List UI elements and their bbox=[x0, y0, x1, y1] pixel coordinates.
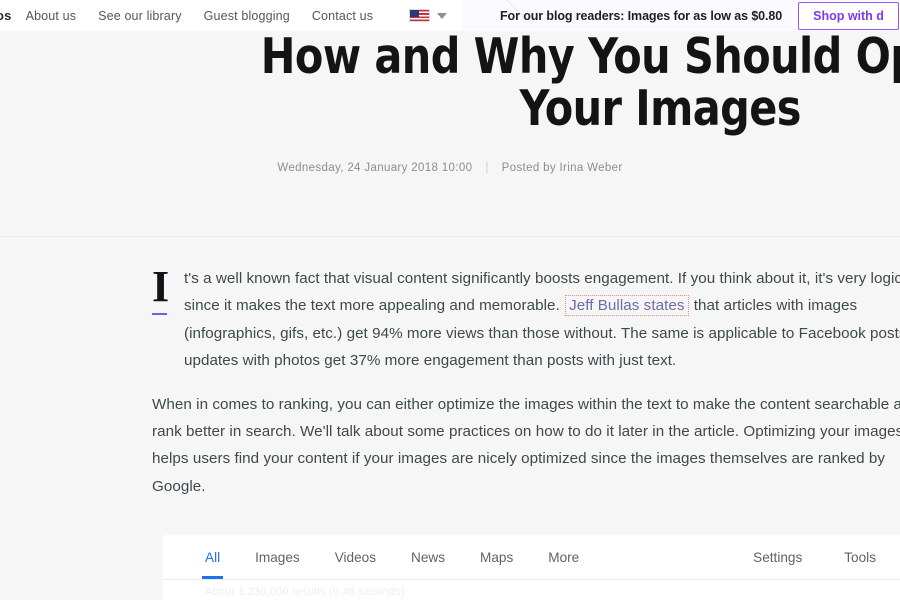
drop-cap-rule bbox=[152, 313, 167, 315]
nav-item-contact-us[interactable]: Contact us bbox=[312, 9, 373, 23]
nav-item-guest-blogging[interactable]: Guest blogging bbox=[204, 9, 290, 23]
publish-date: Wednesday, 24 January 2018 10:00 bbox=[277, 162, 473, 174]
serp-tab-news[interactable]: News bbox=[411, 535, 445, 579]
promo-banner-text: For our blog readers: Images for as low … bbox=[500, 8, 783, 23]
language-selector[interactable] bbox=[409, 9, 448, 22]
serp-tab-maps[interactable]: Maps bbox=[480, 535, 513, 579]
serp-tab-videos[interactable]: Videos bbox=[335, 535, 376, 579]
serp-tools-button[interactable]: Tools bbox=[844, 535, 876, 579]
nav-item-about-us[interactable]: About us bbox=[26, 9, 77, 23]
chevron-down-icon bbox=[437, 12, 448, 19]
us-flag-icon bbox=[409, 9, 431, 22]
article-body: I t's a well known fact that visual cont… bbox=[152, 265, 900, 516]
drop-cap: I bbox=[152, 265, 174, 315]
blog-article-page: os About us See our library Guest bloggi… bbox=[0, 0, 900, 600]
paragraph-2: When in comes to ranking, you can either… bbox=[152, 395, 900, 495]
primary-nav: About us See our library Guest blogging … bbox=[26, 9, 374, 23]
site-logo[interactable]: os bbox=[0, 8, 26, 23]
byline: Wednesday, 24 January 2018 10:00 | Poste… bbox=[0, 162, 900, 174]
google-serp-screenshot: All Images Videos News Maps More Setting… bbox=[163, 535, 900, 600]
serp-tab-bar: All Images Videos News Maps More Setting… bbox=[163, 535, 900, 579]
shop-with-us-button[interactable]: Shop with d bbox=[798, 1, 899, 30]
byline-separator: | bbox=[485, 162, 489, 174]
serp-tab-bar-right: Settings Tools bbox=[711, 535, 900, 579]
page-title: How and Why You Should Optimize Your Ima… bbox=[260, 28, 900, 137]
nav-item-see-our-library[interactable]: See our library bbox=[98, 9, 182, 23]
serp-tab-more[interactable]: More bbox=[548, 535, 579, 579]
author-name: Posted by Irina Weber bbox=[501, 162, 623, 174]
serp-tab-images[interactable]: Images bbox=[255, 535, 300, 579]
jeff-bullas-link[interactable]: Jeff Bullas states bbox=[565, 295, 689, 317]
serp-result-stats: About 1,230,000 results (0.48 seconds) bbox=[205, 586, 405, 598]
serp-tab-all[interactable]: All bbox=[201, 535, 224, 579]
promo-banner: For our blog readers: Images for as low … bbox=[462, 0, 900, 31]
paragraph-1: I t's a well known fact that visual cont… bbox=[152, 265, 900, 375]
article-header: How and Why You Should Optimize Your Ima… bbox=[0, 31, 900, 237]
serp-settings-button[interactable]: Settings bbox=[753, 535, 802, 579]
